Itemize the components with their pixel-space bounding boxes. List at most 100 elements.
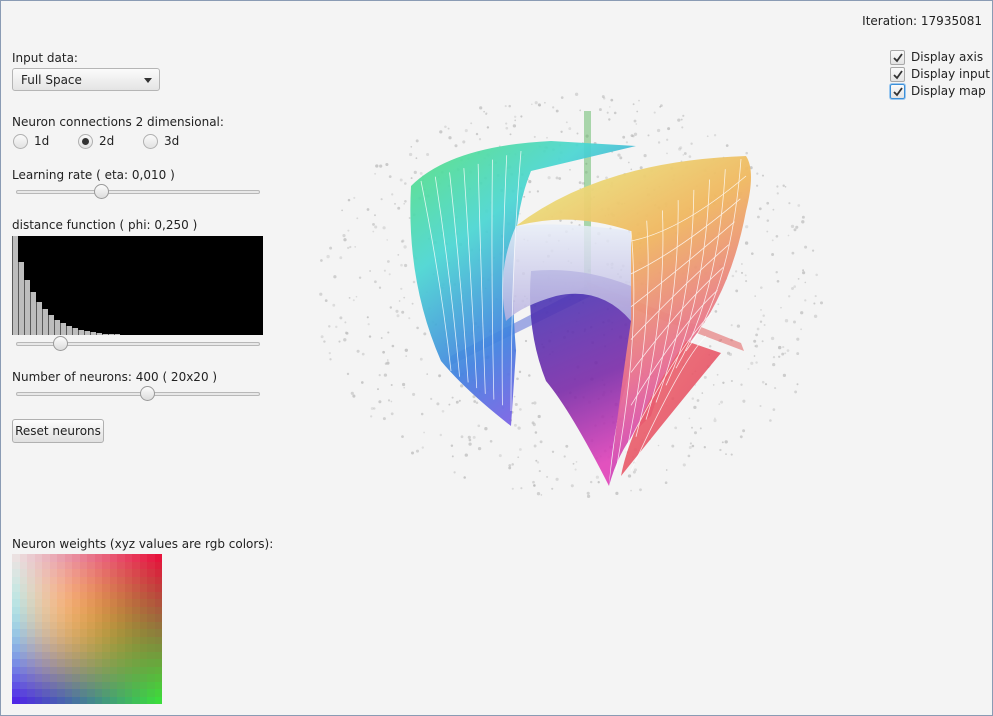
weight-cell (139, 561, 147, 569)
weight-cell (94, 696, 102, 704)
input-point (730, 324, 733, 327)
input-point (610, 98, 614, 102)
weight-cell (64, 599, 72, 607)
learning-rate-slider[interactable] (16, 184, 260, 200)
input-point (678, 147, 682, 151)
weight-cell (117, 681, 125, 689)
checkbox-box (890, 50, 905, 65)
input-point (694, 431, 697, 435)
weight-cell (19, 681, 27, 689)
input-point (380, 198, 383, 201)
radio-2d[interactable]: 2d (78, 134, 118, 152)
input-point (793, 320, 796, 324)
weight-cell (34, 696, 42, 704)
weight-cell (42, 599, 50, 607)
input-point (546, 475, 549, 478)
weight-cell (64, 629, 72, 637)
input-point (383, 269, 386, 272)
neurons-slider[interactable] (16, 386, 260, 402)
input-point (534, 431, 538, 434)
input-point (402, 382, 406, 387)
weight-cell (27, 569, 35, 577)
weight-cell (87, 689, 95, 697)
input-point (320, 335, 324, 339)
weight-cell (27, 591, 35, 599)
weight-cell (34, 621, 42, 629)
weight-cell (57, 629, 65, 637)
input-point (754, 345, 757, 348)
input-point (683, 152, 687, 155)
input-point (755, 361, 758, 364)
input-point (372, 223, 375, 226)
input-point (388, 175, 392, 178)
weight-cell (102, 606, 110, 614)
weight-cell (87, 561, 95, 569)
input-point (530, 103, 533, 106)
input-point (575, 461, 578, 463)
input-point (448, 403, 451, 406)
input-point (470, 122, 473, 125)
input-point (598, 108, 602, 112)
weight-cell (102, 696, 110, 704)
input-point (408, 217, 411, 219)
weight-cell (109, 636, 117, 644)
input-point (608, 118, 611, 121)
display-axis-checkbox[interactable]: Display axis (890, 50, 990, 66)
weight-cell (19, 599, 27, 607)
input-point (468, 438, 472, 442)
input-point (528, 374, 531, 377)
weight-cell (94, 629, 102, 637)
input-point (455, 400, 459, 404)
input-point (389, 306, 393, 309)
distance-slider[interactable] (16, 336, 260, 352)
input-point (374, 214, 376, 217)
weight-cell (117, 689, 125, 697)
input-point (703, 446, 706, 449)
weight-cell (12, 614, 20, 622)
input-point (689, 442, 692, 445)
distance-histogram (12, 236, 263, 335)
weight-cell (154, 696, 162, 704)
input-point (706, 135, 709, 138)
weight-cell (34, 561, 42, 569)
input-point (742, 429, 746, 433)
reset-neurons-button[interactable]: Reset neurons (12, 419, 104, 443)
weight-cell (27, 629, 35, 637)
checkbox-box (890, 84, 905, 99)
radio-1d[interactable]: 1d (13, 134, 53, 152)
display-input-checkbox[interactable]: Display input (890, 67, 990, 83)
weight-cell (109, 659, 117, 667)
input-point (514, 402, 518, 407)
input-point (436, 402, 440, 406)
input-point (745, 280, 748, 283)
slider-thumb[interactable] (139, 386, 155, 401)
slider-track (16, 392, 260, 396)
weight-cell (117, 629, 125, 637)
input-point (760, 286, 763, 289)
neurons-label: Number of neurons: 400 ( 20x20 ) (12, 370, 218, 384)
weight-cell (49, 651, 57, 659)
weight-cell (102, 636, 110, 644)
input-point (536, 461, 540, 464)
input-point (462, 140, 466, 144)
weight-cell (42, 584, 50, 592)
slider-thumb[interactable] (52, 336, 68, 351)
input-point (338, 340, 341, 343)
som-3d-view[interactable] (301, 81, 841, 531)
display-map-checkbox[interactable]: Display map (890, 84, 990, 100)
input-point (533, 444, 537, 448)
input-point (451, 396, 454, 399)
input-point (339, 256, 343, 260)
slider-thumb[interactable] (93, 184, 109, 199)
input-point (778, 355, 781, 358)
weight-cell (19, 621, 27, 629)
input-data-select[interactable]: Full Space (12, 68, 160, 91)
input-point (769, 419, 772, 422)
radio-3d[interactable]: 3d (143, 134, 183, 152)
weight-cell (124, 681, 132, 689)
input-point (682, 114, 685, 117)
weight-cell (139, 681, 147, 689)
weight-cell (147, 561, 155, 569)
input-point (690, 142, 693, 145)
input-point (544, 101, 546, 104)
